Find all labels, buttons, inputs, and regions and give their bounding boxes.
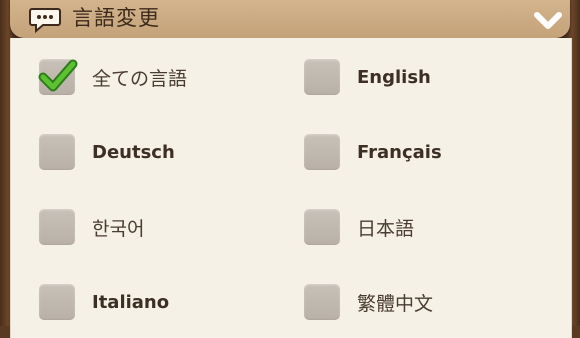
language-checkbox[interactable] xyxy=(39,134,75,170)
language-checkbox[interactable] xyxy=(304,209,340,245)
language-options-panel: 全ての言語 English Deutsch Français 한국어 日本語 I… xyxy=(10,38,572,338)
language-label: 繁體中文 xyxy=(357,292,434,315)
language-checkbox[interactable] xyxy=(304,284,340,320)
language-label: 全ての言語 xyxy=(92,67,188,90)
language-option-korean[interactable]: 한국어 xyxy=(39,207,144,247)
language-option-deutsch[interactable]: Deutsch xyxy=(39,132,175,172)
language-checkbox[interactable] xyxy=(39,284,75,320)
language-checkbox[interactable] xyxy=(39,209,75,245)
language-label: Italiano xyxy=(92,291,170,313)
language-option-english[interactable]: English xyxy=(304,57,431,97)
panel-header: 言語変更 xyxy=(10,0,570,38)
language-label: Français xyxy=(357,141,442,163)
language-label: Deutsch xyxy=(92,141,175,163)
language-option-traditional-chinese[interactable]: 繁體中文 xyxy=(304,282,433,322)
checkmark-icon xyxy=(38,59,78,92)
language-option-all[interactable]: 全ての言語 xyxy=(38,57,188,97)
language-label: English xyxy=(357,66,431,88)
language-option-italiano[interactable]: Italiano xyxy=(39,282,169,322)
language-checkbox[interactable] xyxy=(304,134,340,170)
panel-title: 言語変更 xyxy=(72,6,160,30)
chat-bubble-icon xyxy=(29,6,61,34)
language-checkbox[interactable] xyxy=(38,59,78,95)
language-checkbox[interactable] xyxy=(304,59,340,95)
language-option-francais[interactable]: Français xyxy=(304,132,442,172)
chevron-down-icon[interactable] xyxy=(534,6,562,32)
language-label: 한국어 xyxy=(92,217,145,240)
language-label: 日本語 xyxy=(357,217,415,240)
language-option-japanese[interactable]: 日本語 xyxy=(304,207,414,247)
